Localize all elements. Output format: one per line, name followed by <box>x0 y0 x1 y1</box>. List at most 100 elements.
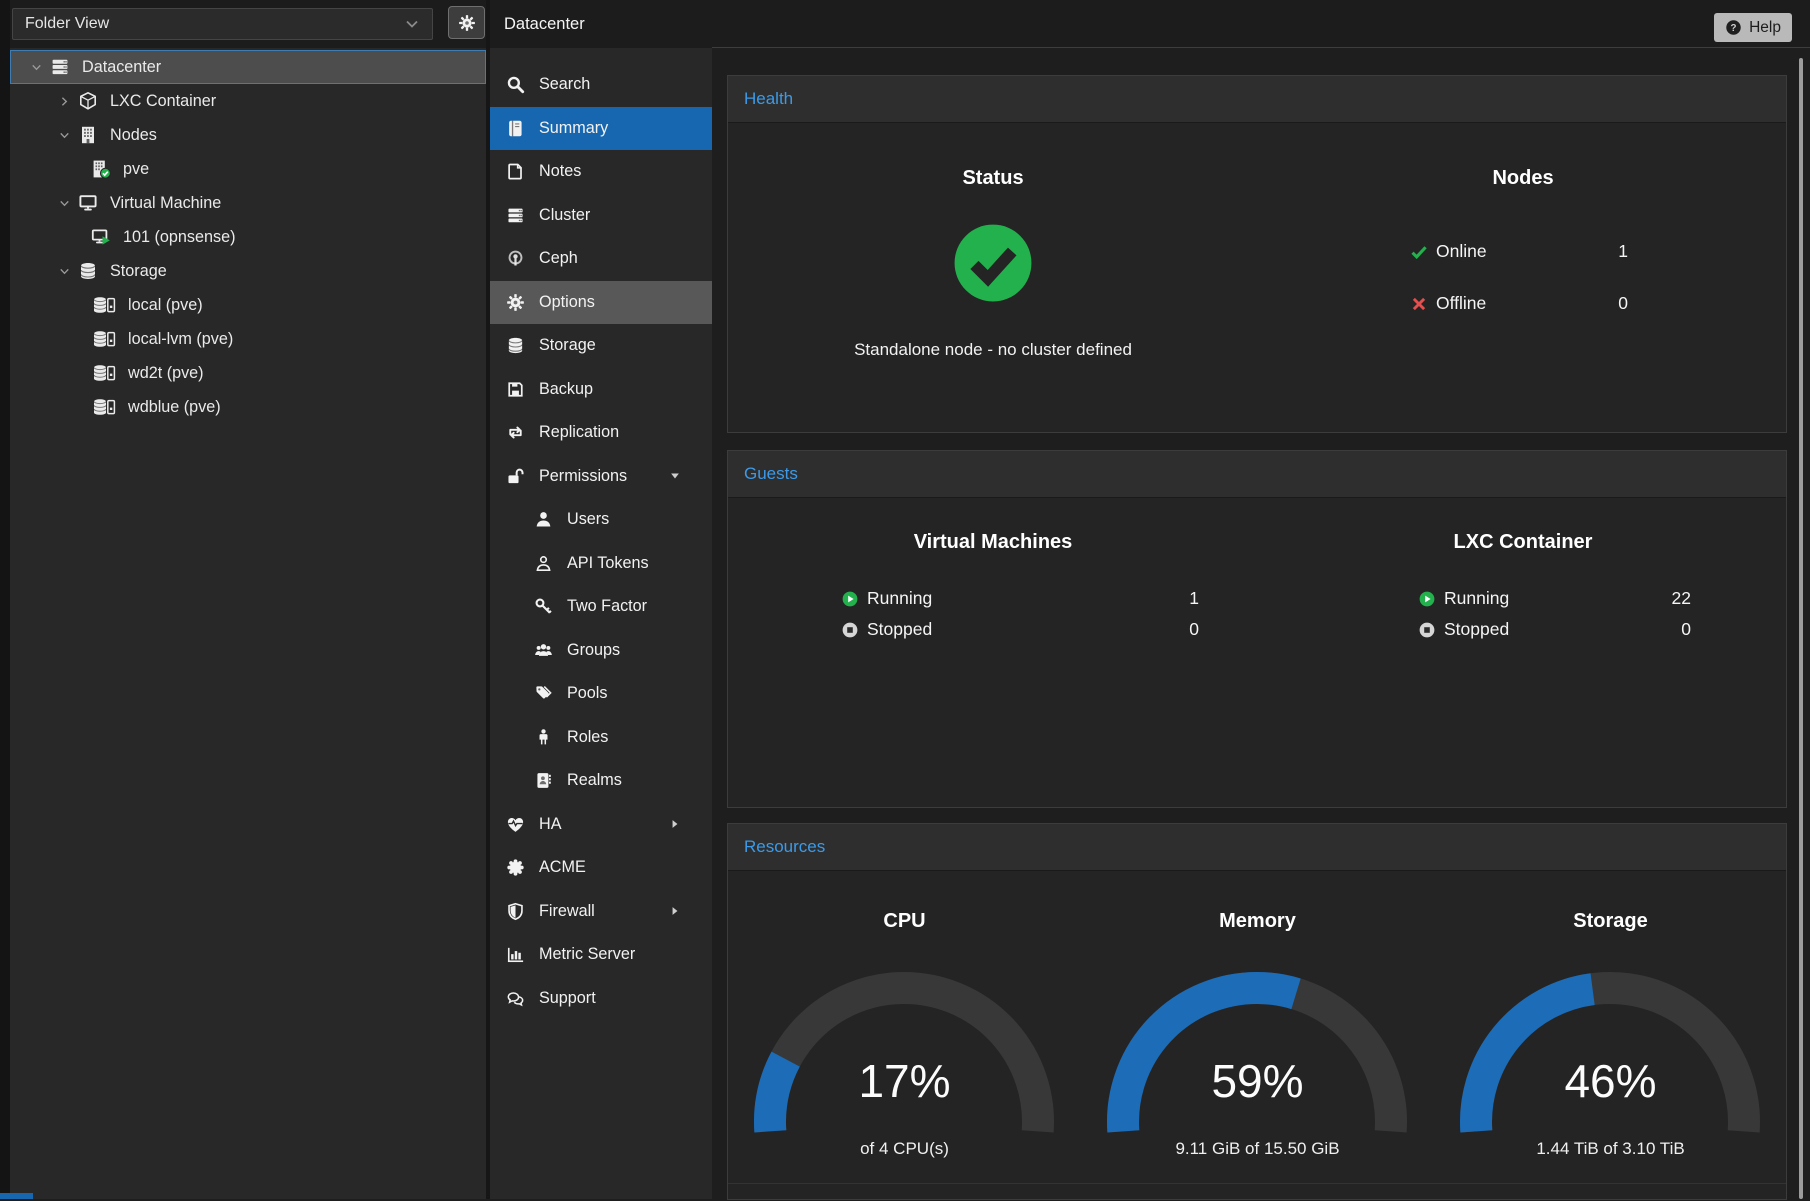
menu-item-backup[interactable]: Backup <box>490 368 712 412</box>
tree-item-virtual-machine[interactable]: Virtual Machine <box>10 186 486 220</box>
menu-item-label: Metric Server <box>539 945 635 964</box>
menu-item-label: Replication <box>539 423 619 442</box>
roles-icon <box>532 728 554 747</box>
menu-item-pools[interactable]: Pools <box>490 672 712 716</box>
node-icon <box>75 125 101 145</box>
two-factor-icon <box>532 597 554 616</box>
caret-expanded-icon <box>26 60 47 75</box>
vertical-scrollbar[interactable] <box>1799 58 1803 1199</box>
resource-title: Storage <box>1434 910 1787 933</box>
stat-value: 0 <box>1618 293 1628 314</box>
chevron-down-icon <box>664 469 686 483</box>
status-title: Status <box>728 167 1258 190</box>
check-icon <box>1410 243 1428 261</box>
menu-item-users[interactable]: Users <box>490 498 712 542</box>
search-icon <box>504 75 526 94</box>
menu-item-label: Ceph <box>539 249 578 268</box>
menu-item-support[interactable]: Support <box>490 977 712 1021</box>
menu-item-search[interactable]: Search <box>490 63 712 107</box>
resources-panel-title: Resources <box>744 837 825 857</box>
menu-item-metric-server[interactable]: Metric Server <box>490 933 712 977</box>
realms-icon <box>532 771 554 790</box>
tree-item-lxc-container[interactable]: LXC Container <box>10 84 486 118</box>
menu-item-label: Roles <box>567 728 608 747</box>
view-settings-button[interactable] <box>448 6 485 39</box>
node-online-icon <box>88 159 114 179</box>
stat-value: 1 <box>1618 241 1628 262</box>
pools-icon <box>532 684 554 703</box>
tree-item-label: pve <box>123 160 149 179</box>
menu-item-label: Backup <box>539 380 593 399</box>
bottom-left-accent <box>0 1193 33 1199</box>
tree-item-label: LXC Container <box>110 92 216 111</box>
menu-item-summary[interactable]: Summary <box>490 107 712 151</box>
menu-item-ceph[interactable]: Ceph <box>490 237 712 281</box>
caret-collapsed-icon <box>54 94 75 109</box>
gauge-subtext: of 4 CPU(s) <box>728 1139 1081 1159</box>
replication-icon <box>504 423 526 442</box>
running-icon <box>1418 590 1436 608</box>
menu-item-api-tokens[interactable]: API Tokens <box>490 542 712 586</box>
menu-item-acme[interactable]: ACME <box>490 846 712 890</box>
stat-value: 0 <box>1189 619 1199 640</box>
nodes-title: Nodes <box>1258 167 1788 190</box>
tree-item-nodes[interactable]: Nodes <box>10 118 486 152</box>
health-panel-header: Health <box>728 76 1786 123</box>
menu-item-cluster[interactable]: Cluster <box>490 194 712 238</box>
gear-icon <box>458 14 476 32</box>
tree-item-wdblue-pve[interactable]: wdblue (pve) <box>10 390 486 424</box>
stopped-icon <box>1418 621 1436 639</box>
menu-item-options[interactable]: Options <box>490 281 712 325</box>
tree-item-label: Nodes <box>110 126 157 145</box>
caret-expanded-icon <box>54 196 75 211</box>
menu-item-two-factor[interactable]: Two Factor <box>490 585 712 629</box>
page-title: Datacenter <box>504 0 585 48</box>
menu-item-label: Realms <box>567 771 622 790</box>
running-icon <box>841 590 859 608</box>
stat-row-online: Online1 <box>1410 241 1628 262</box>
stat-label: Stopped <box>1444 619 1509 640</box>
tree-item-pve[interactable]: pve <box>10 152 486 186</box>
menu-item-notes[interactable]: Notes <box>490 150 712 194</box>
stat-row-stopped: Stopped0 <box>1418 619 1691 640</box>
resources-panel: Resources CPU17%of 4 CPU(s)Memory59%9.11… <box>727 823 1787 1200</box>
menu-item-realms[interactable]: Realms <box>490 759 712 803</box>
menu-item-label: Pools <box>567 684 608 703</box>
caret-expanded-icon <box>54 264 75 279</box>
container-icon <box>75 91 101 111</box>
menu-item-storage[interactable]: Storage <box>490 324 712 368</box>
menu-item-firewall[interactable]: Firewall <box>490 890 712 934</box>
health-panel-body: Status Standalone node - no cluster defi… <box>728 123 1786 434</box>
guest-column-virtual-machines: Virtual MachinesRunning1Stopped0 <box>728 498 1258 809</box>
ha-icon <box>504 815 526 834</box>
tree-item-local-pve[interactable]: local (pve) <box>10 288 486 322</box>
tree-item-storage[interactable]: Storage <box>10 254 486 288</box>
gauge-percent: 17% <box>728 1053 1081 1109</box>
menu-item-roles[interactable]: Roles <box>490 716 712 760</box>
menu-item-groups[interactable]: Groups <box>490 629 712 673</box>
metric-icon <box>504 945 526 964</box>
menu-item-label: Two Factor <box>567 597 647 616</box>
top-bar: Folder View Datacenter ? Help <box>0 0 1810 48</box>
chevron-down-icon[interactable] <box>402 14 422 34</box>
resource-gauge-cpu: CPU17%of 4 CPU(s) <box>728 871 1081 1201</box>
tree-item-101-opnsense[interactable]: 101 (opnsense) <box>10 220 486 254</box>
guest-column-title: Virtual Machines <box>728 531 1258 554</box>
stopped-icon <box>841 621 859 639</box>
gauge-percent: 59% <box>1081 1053 1434 1109</box>
tree-item-wd2t-pve[interactable]: wd2t (pve) <box>10 356 486 390</box>
menu-item-ha[interactable]: HA <box>490 803 712 847</box>
help-button[interactable]: ? Help <box>1714 13 1792 42</box>
menu-item-label: API Tokens <box>567 554 649 573</box>
tree-item-local-lvm-pve[interactable]: local-lvm (pve) <box>10 322 486 356</box>
menu-item-replication[interactable]: Replication <box>490 411 712 455</box>
view-mode-select[interactable]: Folder View <box>12 8 433 40</box>
menu-item-permissions[interactable]: Permissions <box>490 455 712 499</box>
vm-running-icon <box>88 227 114 247</box>
tree-item-label: local (pve) <box>128 296 203 315</box>
svg-text:?: ? <box>1731 23 1737 34</box>
stat-label: Running <box>867 588 932 609</box>
menu-item-label: Users <box>567 510 609 529</box>
menu-item-label: Notes <box>539 162 581 181</box>
tree-item-datacenter[interactable]: Datacenter <box>10 50 486 84</box>
